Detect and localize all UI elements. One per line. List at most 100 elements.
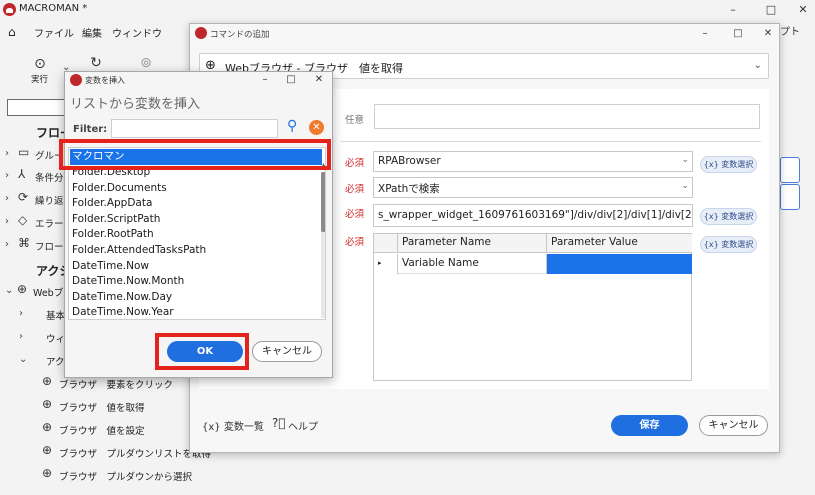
maximize-button[interactable]: □ [281, 72, 301, 88]
scroll-up-icon[interactable]: ▲ [321, 162, 325, 172]
home-icon[interactable]: ⌂ [8, 25, 16, 39]
list-item[interactable]: DateTime.Now.Day [70, 290, 322, 306]
variable-list-link[interactable]: {x} 変数一覧 [202, 418, 264, 433]
clear-icon[interactable]: ✕ [309, 120, 324, 135]
collapse-chevron-icon[interactable]: ⌄ [19, 354, 27, 365]
window-title: MACROMAN * [19, 3, 88, 14]
scrollbar-thumb[interactable] [321, 172, 325, 232]
list-item[interactable]: DateTime.Now.Year [70, 305, 322, 319]
expand-chevron-icon[interactable]: › [5, 193, 9, 204]
dialog-title: コマンドの追加 [210, 30, 270, 40]
chevron-down-icon: ⌄ [681, 155, 689, 165]
close-button[interactable]: ✕ [758, 25, 778, 42]
list-item[interactable]: Folder.Documents [70, 181, 322, 197]
maximize-button[interactable]: □ [761, 1, 781, 18]
globe-icon: ⊕ [42, 374, 53, 388]
globe-icon: ⊕ [17, 282, 28, 296]
browser-select[interactable]: RPABrowser ⌄ [373, 151, 693, 172]
save-button[interactable]: 保存 [611, 415, 688, 436]
list-item[interactable]: Folder.ScriptPath [70, 212, 322, 228]
folder-icon: ▭ [18, 145, 30, 159]
expand-chevron-icon[interactable]: › [5, 170, 9, 181]
globe-icon: ⊕ [42, 443, 53, 457]
run-label: 実行 [31, 75, 49, 85]
search-method-select[interactable]: XPathで検索 ⌄ [373, 177, 693, 198]
dialog-titlebar: 変数を挿入 – □ ✕ [65, 72, 332, 89]
parameter-table: Parameter Name Parameter Value ▸ Variabl… [373, 233, 692, 381]
right-panel-button[interactable] [780, 184, 800, 210]
action-item-label: ブラウザ プルダウンから選択 [59, 472, 193, 483]
action-item-label: ブラウザ 要素をクリック [59, 380, 174, 391]
minimize-button[interactable]: – [255, 72, 275, 88]
minimize-button[interactable]: – [723, 1, 743, 18]
sidebar-item-label: 基本 [46, 311, 66, 322]
action-item[interactable]: ⊕ ブラウザ 値を取得 [0, 397, 190, 419]
table-cell[interactable]: Variable Name [398, 254, 547, 274]
cancel-button[interactable]: キャンセル [252, 341, 322, 362]
list-item[interactable]: Folder.AttendedTasksPath [70, 243, 322, 259]
dialog-titlebar: コマンドの追加 – □ ✕ [190, 24, 779, 44]
list-item[interactable]: DateTime.Now.Month [70, 274, 322, 290]
menubar: ⌂ ファイル 編集 ウィンドウ [0, 22, 190, 42]
action-item[interactable]: ⊕ ブラウザ プルダウンリストを取得 [0, 443, 211, 465]
cancel-button[interactable]: キャンセル [699, 415, 768, 436]
ok-button[interactable]: OK [167, 341, 243, 362]
close-button[interactable]: ✕ [793, 1, 813, 18]
close-button[interactable]: ✕ [309, 72, 329, 88]
help-icon[interactable]: ?⃝ [272, 416, 286, 430]
menu-file[interactable]: ファイル [34, 25, 74, 40]
app-logo [3, 3, 16, 16]
optional-label: 任意 [345, 115, 365, 126]
expand-chevron-icon[interactable]: › [19, 308, 23, 319]
search-icon[interactable]: ⚲ [287, 118, 297, 134]
action-item-label: ブラウザ 値を取得 [59, 403, 145, 414]
required-label: 必須 [345, 184, 365, 195]
list-item[interactable]: マクロマン [70, 149, 322, 165]
list-item[interactable]: Folder.AppData [70, 196, 322, 212]
maximize-button[interactable]: □ [728, 25, 748, 42]
scrollbar[interactable] [321, 172, 325, 318]
menu-window[interactable]: ウィンドウ [112, 25, 162, 40]
loop-icon: ⟳ [18, 190, 29, 204]
expand-chevron-icon[interactable]: › [19, 331, 23, 342]
required-label: 必須 [345, 237, 365, 248]
collapse-chevron-icon[interactable]: ⌄ [5, 285, 13, 296]
variable-select-button[interactable]: {x} 変数選択 [700, 208, 757, 225]
divider [341, 141, 761, 142]
variable-select-button[interactable]: {x} 変数選択 [700, 236, 757, 253]
browser-select-value: RPABrowser [378, 155, 441, 167]
expand-chevron-icon[interactable]: › [5, 216, 9, 227]
xpath-input[interactable]: s_wrapper_widget_1609761603169"]/div/div… [373, 204, 693, 227]
error-icon: ◇ [18, 213, 28, 227]
action-item[interactable]: ⊕ ブラウザ プルダウンから選択 [0, 466, 193, 488]
column-header: Parameter Name [398, 234, 547, 253]
branch-icon: ⅄ [18, 167, 26, 181]
right-panel-button[interactable] [780, 157, 800, 183]
chevron-down-icon: ⌄ [753, 60, 762, 71]
column-header: Parameter Value [547, 234, 692, 253]
list-item[interactable]: Folder.Desktop [70, 165, 322, 181]
action-item-label: ブラウザ 値を設定 [59, 426, 145, 437]
row-indicator-icon: ▸ [374, 254, 398, 274]
table-cell-selected[interactable] [547, 254, 692, 274]
dialog-heading: リストから変数を挿入 [70, 97, 201, 112]
expand-chevron-icon[interactable]: › [5, 148, 9, 159]
minimize-button[interactable]: – [695, 25, 715, 42]
variable-select-button[interactable]: {x} 変数選択 [700, 156, 757, 173]
variable-list: マクロマン Folder.Desktop Folder.Documents Fo… [68, 147, 326, 320]
action-item[interactable]: ⊕ ブラウザ 値を設定 [0, 420, 190, 442]
run-icon[interactable]: ⊙ [29, 53, 51, 75]
globe-icon: ⊕ [42, 466, 53, 480]
required-label: 必須 [345, 209, 365, 220]
menu-edit[interactable]: 編集 [82, 25, 102, 40]
filter-input[interactable] [111, 119, 278, 138]
expand-chevron-icon[interactable]: › [5, 239, 9, 250]
list-item[interactable]: Folder.RootPath [70, 227, 322, 243]
sidebar-item-label: ウィ [46, 334, 66, 345]
list-item[interactable]: DateTime.Now [70, 259, 322, 275]
help-link[interactable]: ヘルプ [288, 418, 318, 433]
insert-variable-dialog: 変数を挿入 – □ ✕ リストから変数を挿入 Filter: ⚲ ✕ マクロマン… [64, 71, 333, 378]
comment-input[interactable] [374, 104, 760, 129]
dialog-title: 変数を挿入 [85, 76, 125, 85]
filter-label: Filter: [73, 124, 108, 135]
